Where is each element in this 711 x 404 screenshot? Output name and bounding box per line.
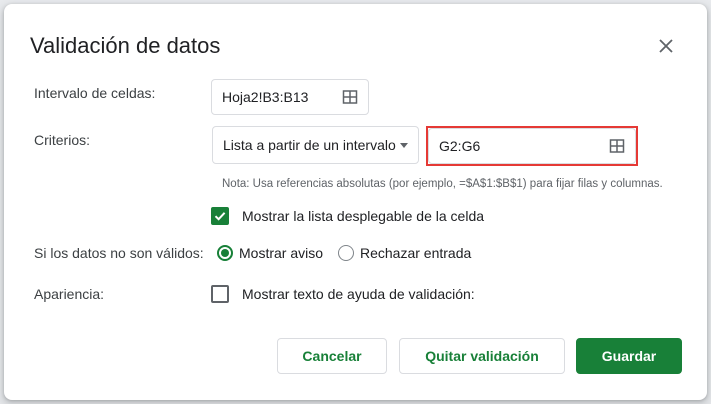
- criteria-type-value: Lista a partir de un intervalo: [223, 137, 396, 153]
- invalid-data-label: Si los datos no son válidos:: [34, 245, 204, 261]
- close-button[interactable]: [652, 32, 680, 60]
- show-dropdown-checkbox[interactable]: [211, 207, 229, 225]
- save-button[interactable]: Guardar: [576, 338, 682, 374]
- check-icon: [214, 212, 226, 221]
- range-input[interactable]: Hoja2!B3:B13: [211, 79, 369, 115]
- close-icon: [659, 39, 673, 53]
- cancel-button[interactable]: Cancelar: [277, 338, 387, 374]
- criteria-note: Nota: Usa referencias absolutas (por eje…: [222, 178, 663, 190]
- grid-icon[interactable]: [342, 89, 358, 105]
- radio-show-warning-label: Mostrar aviso: [239, 245, 324, 261]
- highlight-box: [426, 126, 638, 166]
- radio-reject-input[interactable]: [338, 245, 354, 261]
- dialog-title: Validación de datos: [30, 33, 221, 58]
- show-dropdown-label: Mostrar la lista desplegable de la celda: [242, 208, 485, 224]
- appearance-label: Apariencia:: [34, 286, 105, 302]
- radio-show-warning[interactable]: [217, 245, 233, 261]
- radio-reject-input-label: Rechazar entrada: [360, 245, 472, 261]
- remove-validation-button[interactable]: Quitar validación: [399, 338, 565, 374]
- help-text-label: Mostrar texto de ayuda de validación:: [242, 286, 475, 302]
- data-validation-dialog: Validación de datos Intervalo de celdas:…: [4, 4, 707, 400]
- chevron-down-icon: [400, 142, 408, 148]
- range-input-value: Hoja2!B3:B13: [222, 89, 309, 105]
- criteria-label: Criterios:: [34, 132, 91, 148]
- help-text-checkbox[interactable]: [211, 285, 229, 303]
- range-label: Intervalo de celdas:: [34, 85, 156, 101]
- criteria-type-dropdown[interactable]: Lista a partir de un intervalo: [212, 126, 419, 164]
